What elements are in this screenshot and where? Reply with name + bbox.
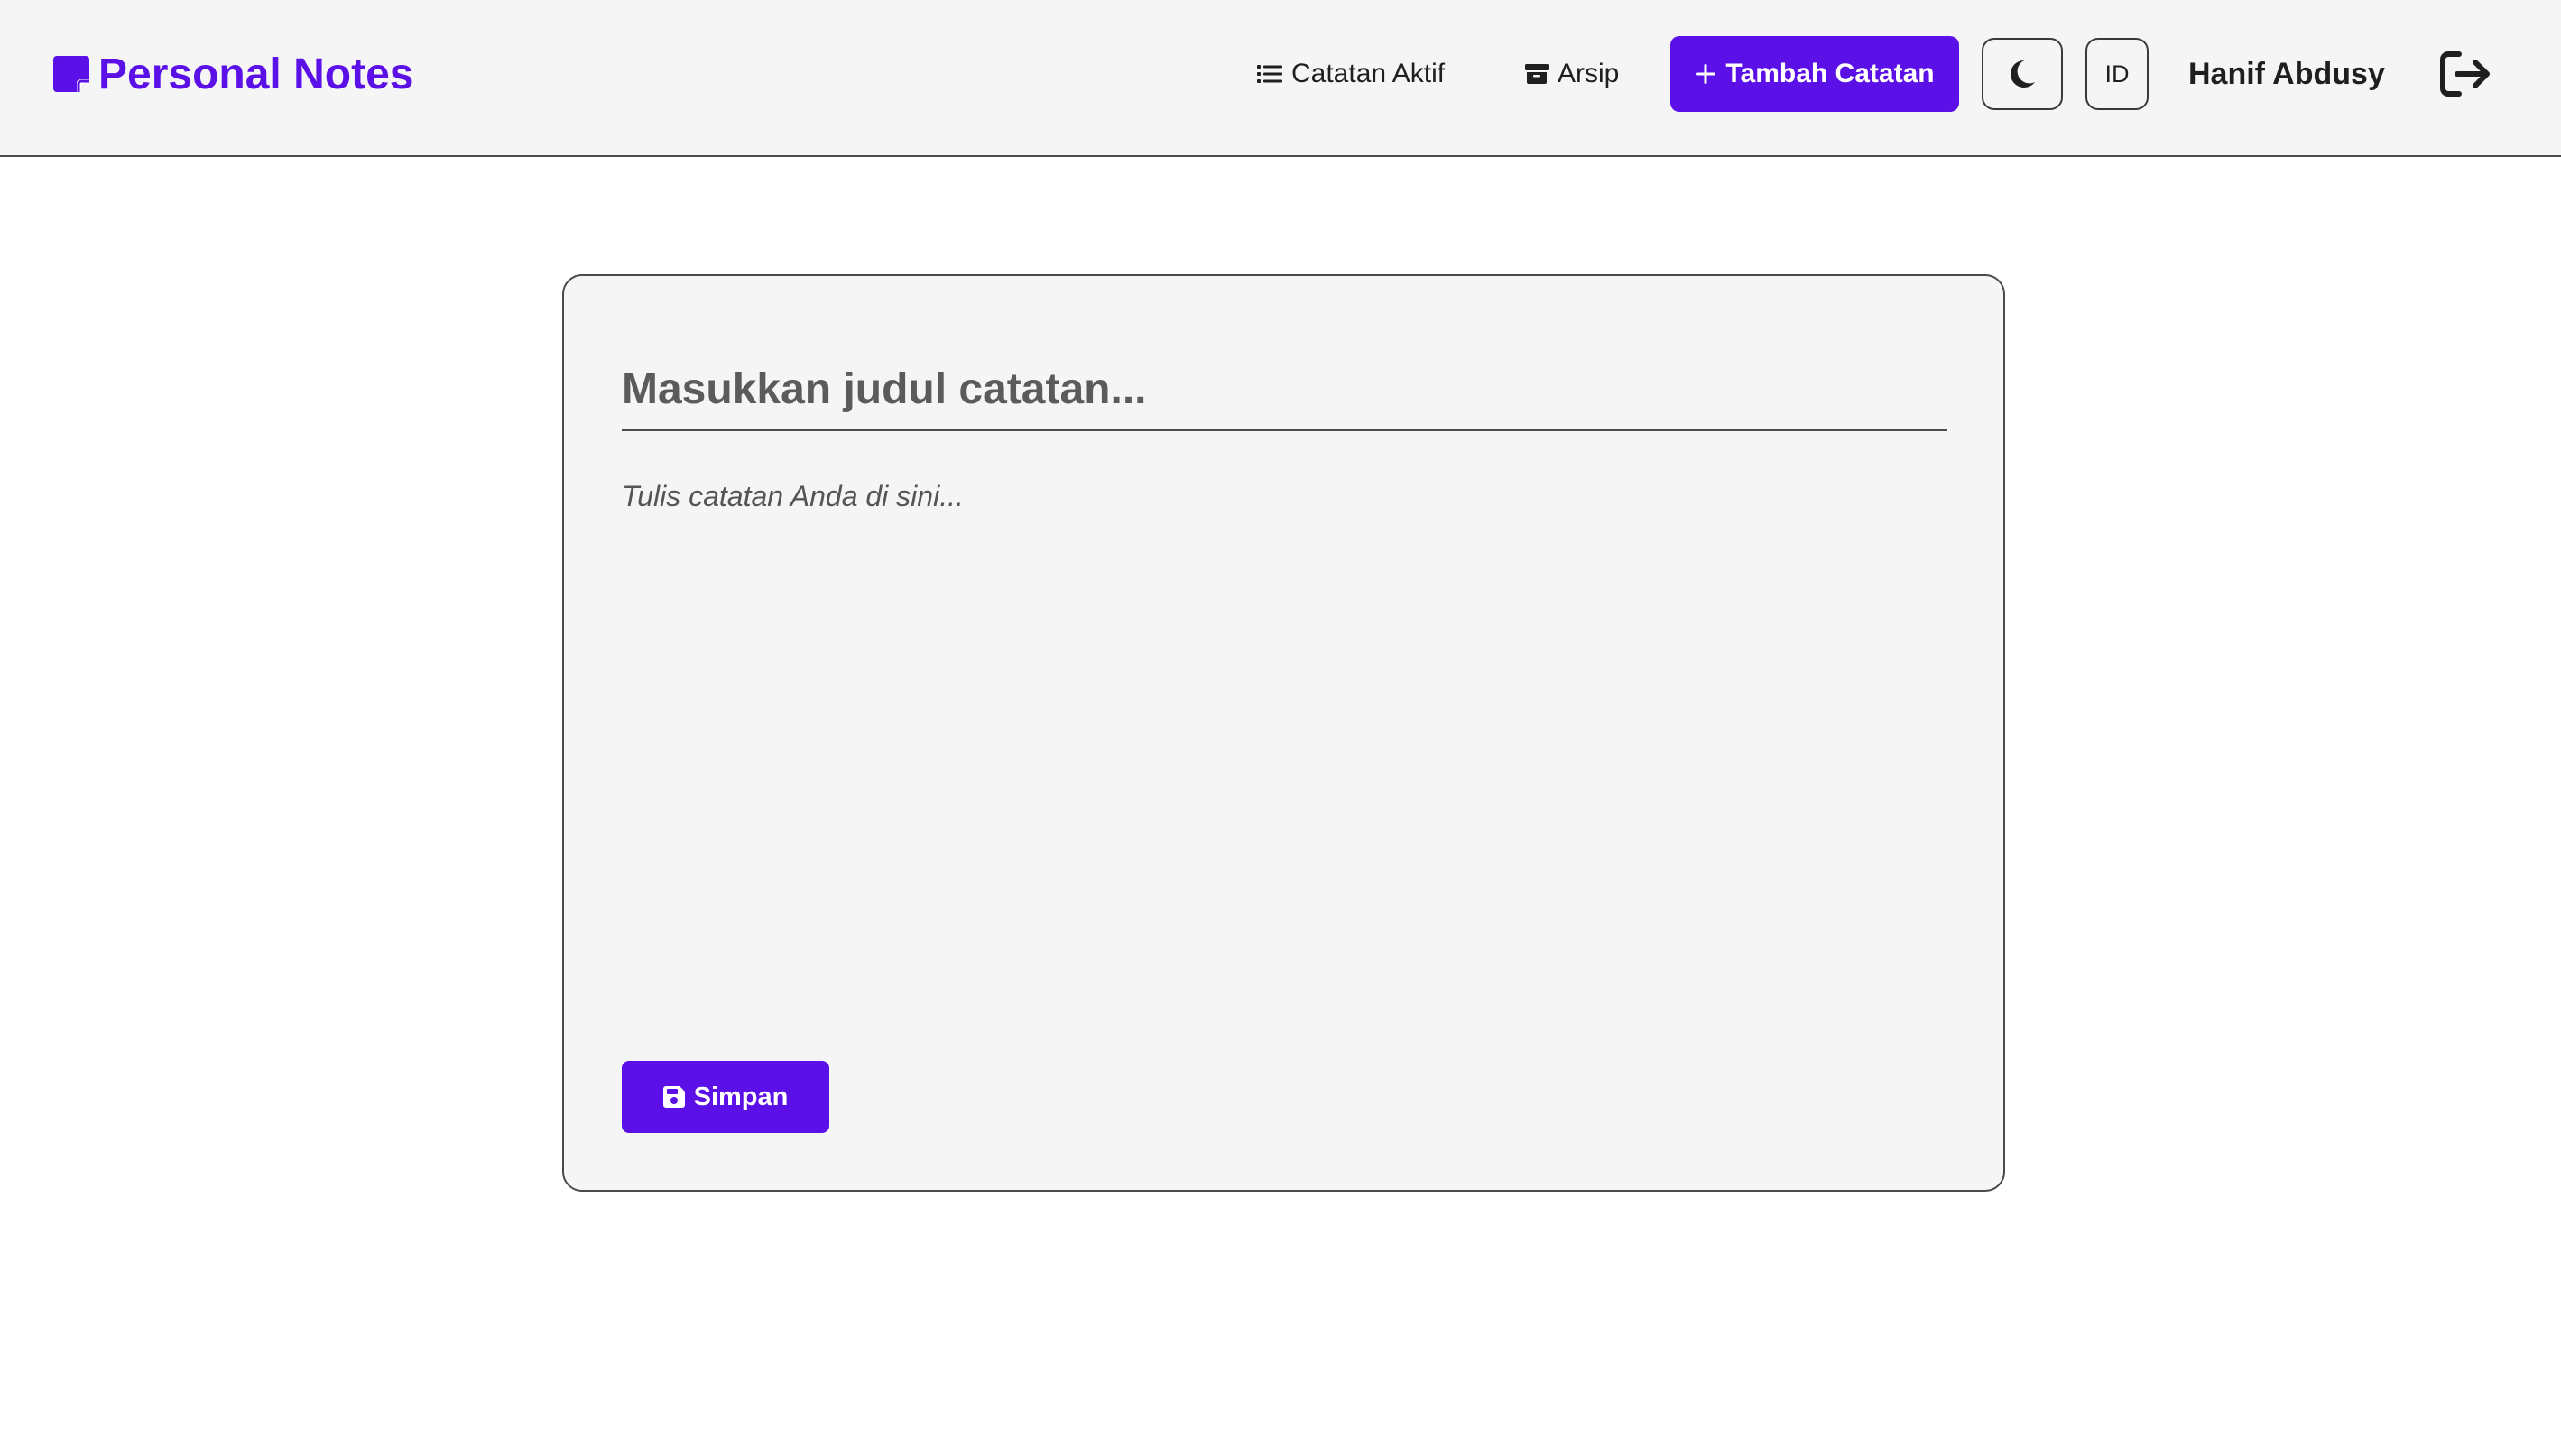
note-editor-card: Simpan [562, 274, 2005, 1192]
nav-active-notes-label: Catatan Aktif [1291, 59, 1446, 88]
add-note-button[interactable]: Tambah Catatan [1670, 36, 1959, 112]
save-button-label: Simpan [693, 1082, 789, 1111]
plus-icon [1696, 64, 1716, 84]
note-body-input[interactable] [622, 480, 1947, 949]
archive-box-icon [1525, 64, 1549, 84]
language-toggle-label: ID [2104, 60, 2130, 88]
save-button[interactable]: Simpan [622, 1061, 829, 1133]
save-disk-icon [662, 1086, 685, 1108]
nav-archive[interactable]: Arsip [1525, 51, 1619, 97]
app-header: Personal Notes Catatan Aktif Arsip Tamba… [0, 0, 2561, 157]
theme-toggle-button[interactable] [1982, 38, 2063, 110]
logout-icon [2440, 51, 2490, 97]
brand-link[interactable]: Personal Notes [51, 45, 413, 103]
list-icon [1257, 65, 1282, 83]
moon-icon [2011, 60, 2035, 88]
add-note-label: Tambah Catatan [1725, 59, 1935, 88]
brand-title: Personal Notes [98, 50, 414, 98]
nav-active-notes[interactable]: Catatan Aktif [1257, 51, 1445, 97]
nav-archive-label: Arsip [1558, 59, 1620, 88]
language-toggle-button[interactable]: ID [2085, 38, 2149, 110]
user-name: Hanif Abdusy [2188, 56, 2385, 91]
note-title-input[interactable] [622, 348, 1947, 431]
logout-button[interactable] [2436, 45, 2496, 103]
sticky-note-icon [53, 56, 89, 92]
